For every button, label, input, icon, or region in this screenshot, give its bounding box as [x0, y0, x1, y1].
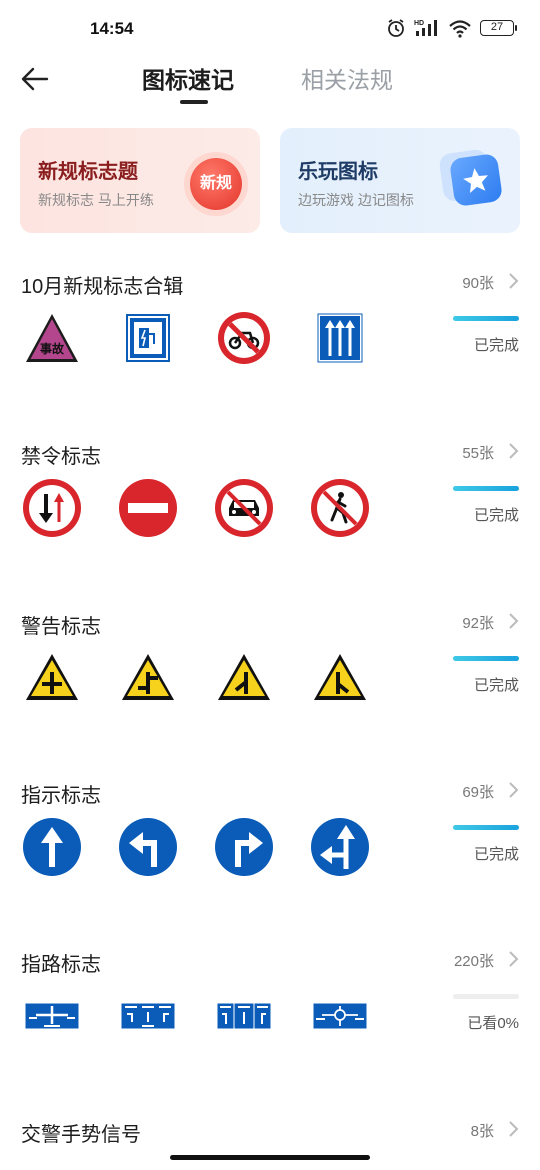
section-title: 禁令标志	[21, 446, 101, 468]
accident-sign-icon[interactable]: 事故	[22, 308, 82, 368]
play-icons-banner[interactable]: 乐玩图标 边玩游戏 边记图标	[280, 128, 520, 233]
section-title: 警告标志	[21, 616, 101, 638]
chevron-right-icon[interactable]	[508, 442, 520, 460]
progress-fill	[453, 316, 519, 321]
section-prohibition: 禁令标志 55张 已完成	[0, 440, 540, 600]
section-warning: 警告标志 92张 已完成	[0, 610, 540, 770]
progress-bar	[453, 656, 519, 661]
tab-related-regulations[interactable]: 相关法规	[301, 61, 393, 95]
section-count: 8张	[470, 1123, 494, 1140]
straight-lanes-sign-icon[interactable]	[310, 308, 370, 368]
section-title: 交警手势信号	[21, 1124, 141, 1146]
home-indicator[interactable]	[170, 1155, 370, 1160]
status-bar: 14:54 HD 27	[0, 0, 540, 58]
progress-bar	[453, 825, 519, 830]
section-count: 92张	[462, 615, 494, 632]
banner-subtitle: 新规标志 马上开练	[38, 192, 154, 208]
turn-left-sign-icon[interactable]	[118, 817, 178, 877]
chevron-right-icon[interactable]	[508, 781, 520, 799]
crossroad-warning-sign-icon[interactable]	[22, 648, 82, 708]
straight-ahead-sign-icon[interactable]	[22, 817, 82, 877]
progress-bar	[453, 994, 519, 999]
progress-status: 已完成	[473, 507, 519, 524]
direction-sign-2-icon[interactable]	[118, 986, 178, 1046]
banner-title: 新规标志题	[38, 161, 138, 183]
progress-status: 已完成	[473, 846, 519, 863]
direction-sign-4-icon[interactable]	[310, 986, 370, 1046]
wifi-icon	[449, 20, 471, 38]
hd-label: HD	[414, 20, 424, 27]
tab-indicator	[180, 100, 208, 104]
progress-fill	[453, 825, 519, 830]
status-time: 14:54	[90, 19, 134, 38]
signal-icon: HD	[414, 20, 437, 36]
straight-or-left-sign-icon[interactable]	[310, 817, 370, 877]
section-guide: 指路标志 220张 已看0%	[0, 948, 540, 1108]
charging-station-sign-icon[interactable]	[118, 308, 178, 368]
star-icon	[448, 152, 504, 208]
section-indication: 指示标志 69张 已完成	[0, 779, 540, 939]
section-title: 指路标志	[21, 954, 101, 976]
tab-icon-memorize[interactable]: 图标速记	[142, 61, 234, 95]
section-count: 220张	[453, 953, 494, 970]
progress-fill	[453, 486, 519, 491]
section-count: 69张	[462, 784, 494, 801]
progress-status: 已完成	[473, 677, 519, 694]
chevron-right-icon[interactable]	[508, 272, 520, 290]
section-police-gestures: 交警手势信号 8张	[0, 1118, 540, 1158]
chevron-right-icon[interactable]	[508, 1120, 520, 1138]
section-title: 指示标志	[21, 785, 101, 807]
no-entry-sign-icon[interactable]	[118, 478, 178, 538]
section-new-rules: 10月新规标志合辑 90张 事故 已完成	[0, 270, 540, 430]
banner-title: 乐玩图标	[298, 161, 378, 183]
progress-status: 已看0%	[467, 1015, 519, 1032]
side-road-warning-sign-icon[interactable]	[214, 648, 274, 708]
section-count: 55张	[462, 445, 494, 462]
banner-subtitle: 边玩游戏 边记图标	[298, 192, 414, 208]
turn-right-sign-icon[interactable]	[214, 817, 274, 877]
progress-bar	[453, 316, 519, 321]
no-motorcycles-sign-icon[interactable]	[214, 308, 274, 368]
no-pedestrians-sign-icon[interactable]	[310, 478, 370, 538]
alarm-icon	[388, 19, 404, 37]
back-arrow-icon[interactable]	[18, 62, 52, 96]
status-icons: HD 27	[386, 18, 517, 38]
give-way-oncoming-sign-icon[interactable]	[22, 478, 82, 538]
staggered-junction-warning-sign-icon[interactable]	[118, 648, 178, 708]
progress-bar	[453, 486, 519, 491]
no-cars-sign-icon[interactable]	[214, 478, 274, 538]
progress-status: 已完成	[473, 337, 519, 354]
chevron-right-icon[interactable]	[508, 950, 520, 968]
top-nav: 图标速记 相关法规	[0, 56, 540, 106]
battery-icon: 27	[480, 20, 517, 36]
progress-fill	[453, 656, 519, 661]
new-rules-badge: 新规	[190, 158, 242, 210]
section-title: 10月新规标志合辑	[21, 276, 184, 298]
section-count: 90张	[462, 275, 494, 292]
side-road-right-warning-sign-icon[interactable]	[310, 648, 370, 708]
direction-sign-3-icon[interactable]	[214, 986, 274, 1046]
chevron-right-icon[interactable]	[508, 612, 520, 630]
direction-sign-1-icon[interactable]	[22, 986, 82, 1046]
new-rules-banner[interactable]: 新规标志题 新规标志 马上开练 新规	[20, 128, 260, 233]
accident-sign-text: 事故	[40, 341, 65, 356]
